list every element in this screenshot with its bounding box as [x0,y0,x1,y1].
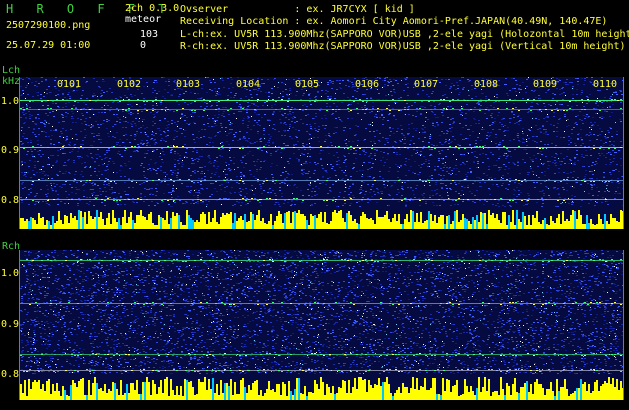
time-label-0104: 0104 [236,79,261,90]
lch-tick-1-0: 1.0 [1,96,20,107]
time-label-0106: 0106 [355,79,380,90]
rch-label: Rch [2,241,21,252]
time-label-0109: 0109 [533,79,558,90]
app-version: 2ch 0.3.0 [125,3,180,14]
time-label-0102: 0102 [117,79,142,90]
lch-waterfall [19,77,624,229]
rch-tick-0-9: 0.9 [1,319,20,330]
date-time: 25.07.29 01:00 [6,40,91,51]
lch-info: L-ch:ex. UV5R 113.900Mhz(SAPPORO VOR)USB… [180,29,629,40]
file-name: 2507290100.png [6,20,91,31]
meteor-count-a: 103 [140,29,159,40]
rch-waterfall-canvas [20,250,623,400]
time-label-0105: 0105 [295,79,320,90]
time-label-0103: 0103 [176,79,201,90]
rch-info: R-ch:ex. UV5R 113.900Mhz(SAPPORO VOR)USB… [180,41,626,52]
time-label-0101: 0101 [57,79,82,90]
hrofft-window: H R O F F T 2ch 0.3.0 meteor 2507290100.… [0,0,629,410]
time-label-0108: 0108 [474,79,499,90]
lch-waterfall-canvas [20,77,623,229]
lch-unit: kHz [2,76,21,87]
time-label-0107: 0107 [414,79,439,90]
rch-tick-0-8: 0.8 [1,369,20,380]
app-mode: meteor [125,14,162,25]
lch-label: Lch [2,65,21,76]
location-info: Receiving Location : ex. Aomori City Aom… [180,16,608,27]
lch-tick-0-8: 0.8 [1,195,20,206]
lch-tick-0-9: 0.9 [1,145,20,156]
time-label-0110: 0110 [593,79,618,90]
rch-waterfall [19,250,624,400]
meteor-count-b: 0 [140,40,147,51]
rch-tick-1-0: 1.0 [1,268,20,279]
observer-info: Ovserver : ex. JR7CYX [ kid ] [180,4,415,15]
